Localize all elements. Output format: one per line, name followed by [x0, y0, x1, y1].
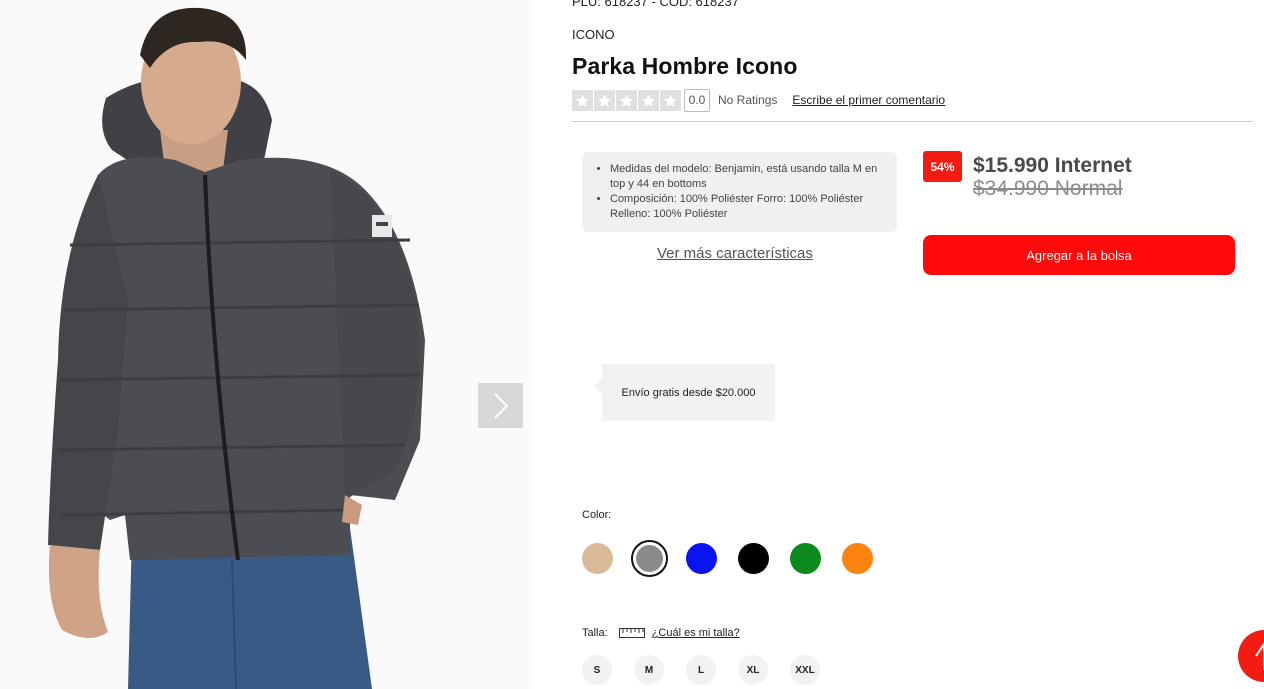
- size-option-s[interactable]: S: [582, 655, 612, 685]
- internet-price: $15.990 Internet: [973, 154, 1132, 177]
- rating-stars: [572, 89, 681, 111]
- feature-item: Composición: 100% Poliéster Forro: 100% …: [610, 192, 885, 222]
- product-brand[interactable]: ICONO: [572, 27, 615, 42]
- free-shipping-tooltip: Envío gratis desde $20.000: [593, 364, 775, 421]
- arrow-up-icon: [1255, 642, 1264, 670]
- no-ratings-text: No Ratings: [718, 93, 778, 107]
- star-icon: [660, 89, 681, 111]
- color-swatch-verde[interactable]: [790, 543, 821, 574]
- product-image-gallery: [0, 0, 532, 689]
- size-option-m[interactable]: M: [634, 655, 664, 685]
- size-option-xl[interactable]: XL: [738, 655, 768, 685]
- product-title: Parka Hombre Icono: [572, 53, 798, 79]
- star-icon: [572, 89, 593, 111]
- chevron-right-icon: [493, 392, 508, 419]
- product-code: PLU: 618237 - COD: 618237: [572, 0, 739, 9]
- size-options: S M L XL XXL: [582, 655, 820, 685]
- features-box: Medidas del modelo: Benjamin, está usand…: [582, 152, 897, 232]
- write-review-link[interactable]: Escribe el primer comentario: [792, 93, 945, 107]
- color-swatch-beige[interactable]: [582, 543, 613, 574]
- star-icon: [638, 89, 659, 111]
- free-shipping-text: Envío gratis desde $20.000: [621, 386, 756, 399]
- size-guide-link[interactable]: ¿Cuál es mi talla?: [652, 627, 740, 639]
- size-label: Talla:: [582, 627, 608, 639]
- color-swatch-gris[interactable]: [631, 540, 668, 577]
- size-option-l[interactable]: L: [686, 655, 716, 685]
- feature-item: Medidas del modelo: Benjamin, está usand…: [610, 162, 885, 192]
- color-swatch-azul[interactable]: [686, 543, 717, 574]
- size-option-xxl[interactable]: XXL: [790, 655, 820, 685]
- color-swatch-negro[interactable]: [738, 543, 769, 574]
- star-icon: [594, 89, 615, 111]
- star-icon: [616, 89, 637, 111]
- normal-price: $34.990 Normal: [973, 177, 1123, 200]
- features-list: Medidas del modelo: Benjamin, está usand…: [594, 162, 885, 222]
- add-to-bag-button[interactable]: Agregar a la bolsa: [923, 235, 1235, 275]
- divider: [572, 121, 1253, 122]
- color-swatches: [582, 540, 873, 577]
- color-swatch-naranjo[interactable]: [842, 543, 873, 574]
- color-label: Color:: [582, 509, 612, 521]
- ruler-icon[interactable]: [618, 628, 645, 638]
- size-header: Talla: ¿Cuál es mi talla?: [582, 627, 740, 639]
- discount-badge: 54%: [923, 151, 962, 182]
- see-more-features-link[interactable]: Ver más características: [657, 245, 813, 262]
- rating-row: 0.0 No Ratings Escribe el primer comenta…: [572, 88, 945, 112]
- product-photo: [48, 7, 426, 689]
- next-image-button[interactable]: [478, 383, 523, 428]
- scroll-to-top-button[interactable]: [1238, 630, 1264, 682]
- rating-score: 0.0: [684, 88, 710, 112]
